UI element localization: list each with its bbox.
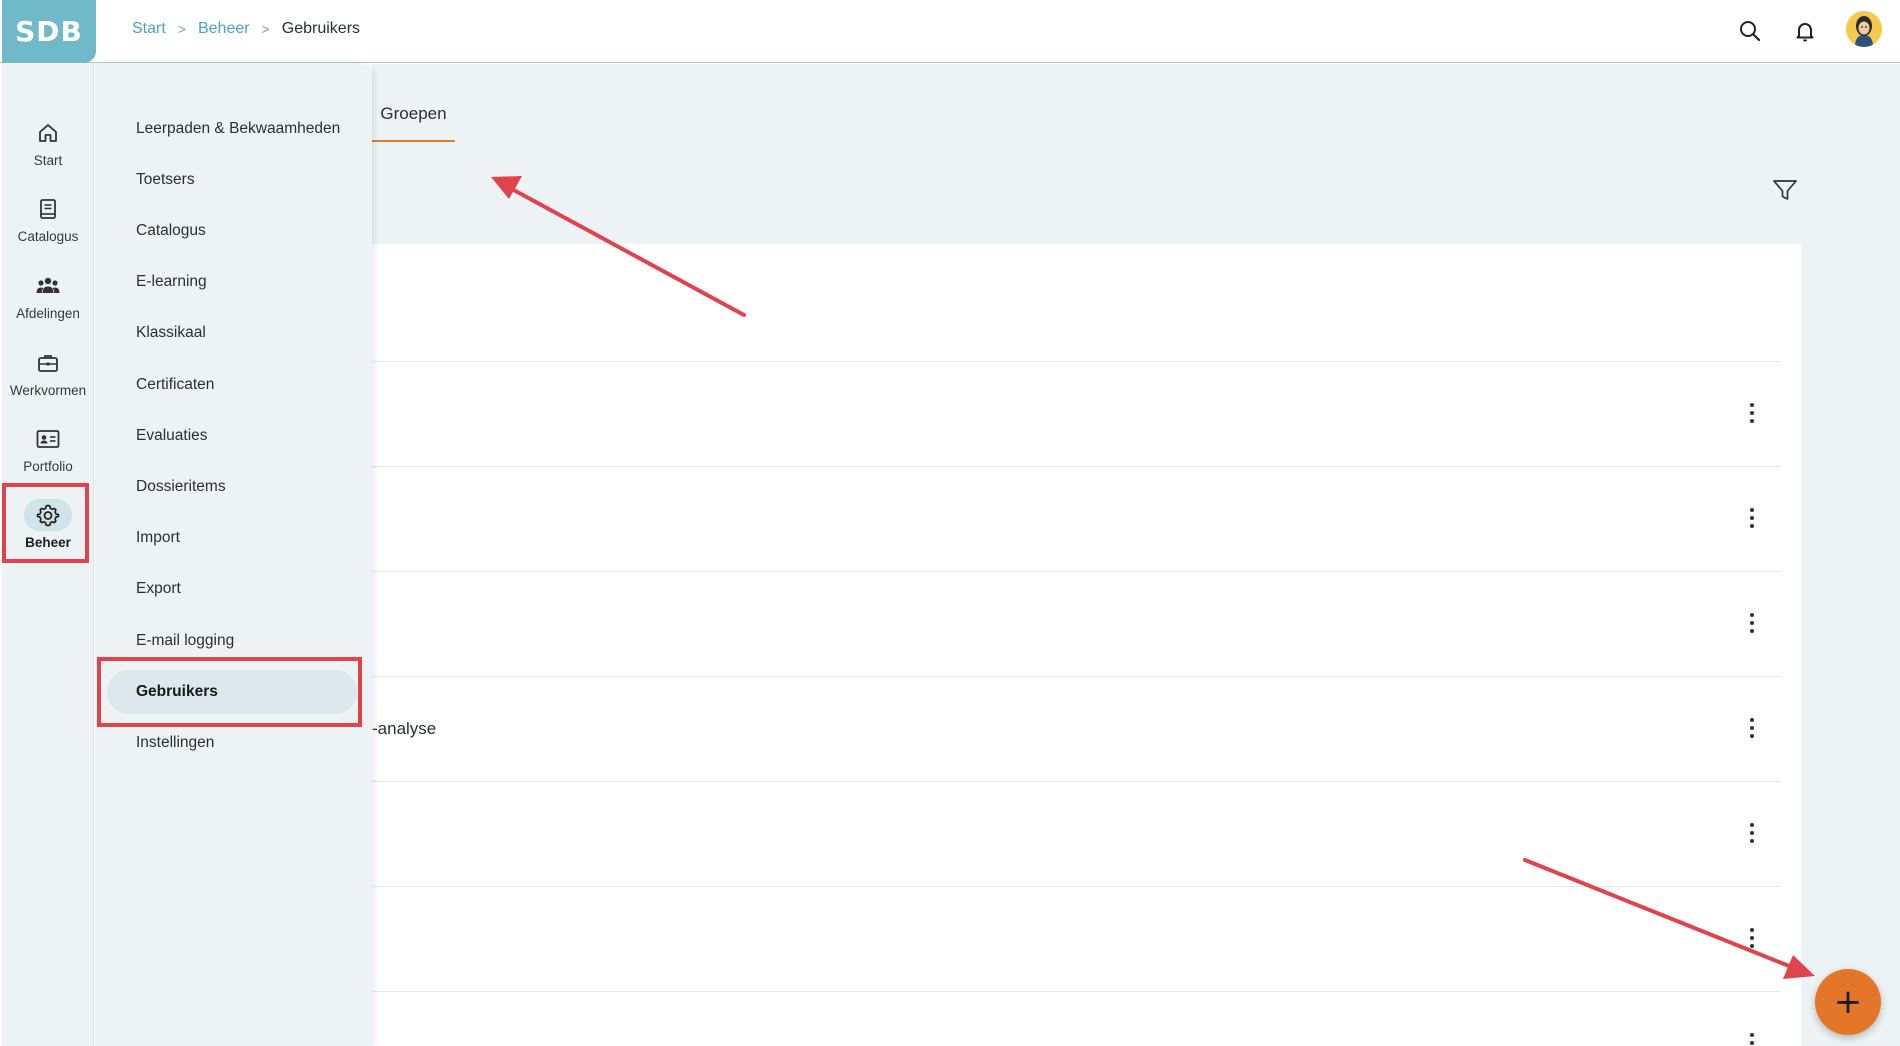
list-item[interactable]: -analyse — [372, 676, 1780, 781]
highlight-annotation-gebruikers — [97, 657, 362, 727]
menu-item-label: E-learning — [136, 273, 207, 290]
rail-item-label: Start — [33, 153, 63, 168]
breadcrumb-start[interactable]: Start — [132, 20, 166, 38]
group-icon — [24, 270, 72, 302]
rail-item-label: Afdelingen — [16, 306, 80, 321]
menu-item-label: Dossieritems — [136, 478, 226, 495]
more-options-icon[interactable] — [1742, 400, 1762, 426]
menu-item-toetsers[interactable]: Toetsers — [107, 158, 357, 202]
rail-item-label: Werkvormen — [9, 383, 87, 398]
more-options-icon[interactable] — [1742, 610, 1762, 636]
bell-icon[interactable] — [1791, 17, 1819, 45]
more-options-icon[interactable] — [1742, 820, 1762, 846]
more-options-icon[interactable] — [1742, 715, 1762, 741]
menu-item-instellingen[interactable]: Instellingen — [107, 721, 357, 765]
menu-item-dossieritems[interactable]: Dossieritems — [107, 465, 357, 509]
menu-item-export[interactable]: Export — [107, 567, 357, 611]
breadcrumb-separator: > — [261, 21, 270, 37]
list-item[interactable] — [372, 466, 1780, 571]
highlight-annotation-beheer — [2, 483, 89, 563]
home-icon — [24, 117, 72, 149]
rail-item-werkvormen[interactable]: Werkvormen — [2, 343, 94, 415]
logo-text: SDB — [15, 15, 83, 48]
list-item[interactable] — [372, 361, 1780, 466]
menu-item-import[interactable]: Import — [107, 516, 357, 560]
menu-item-label: Certificaten — [136, 376, 215, 393]
list-item[interactable] — [372, 571, 1780, 676]
menu-item-leerpaden[interactable]: Leerpaden & Bekwaamheden — [107, 107, 357, 151]
avatar[interactable] — [1846, 11, 1882, 47]
menu-item-label: Toetsers — [136, 171, 195, 188]
menu-item-certificaten[interactable]: Certificaten — [107, 363, 357, 407]
menu-item-e-learning[interactable]: E-learning — [107, 260, 357, 304]
logo[interactable]: SDB — [2, 0, 96, 63]
beheer-drawer: Leerpaden & Bekwaamheden Toetsers Catalo… — [95, 63, 372, 1046]
list-item[interactable] — [372, 781, 1780, 886]
rail-item-start[interactable]: Start — [2, 113, 94, 185]
menu-item-klassikaal[interactable]: Klassikaal — [107, 311, 357, 355]
list-item[interactable] — [372, 886, 1780, 991]
tab-groepen[interactable]: Groepen — [372, 100, 455, 142]
groups-list: -analyse — [372, 244, 1801, 1046]
menu-item-catalogus[interactable]: Catalogus — [107, 209, 357, 253]
breadcrumb-current: Gebruikers — [281, 20, 361, 37]
top-bar: SDB Start > Beheer > Gebruikers — [0, 0, 1900, 63]
rail-item-label: Portfolio — [23, 459, 73, 474]
menu-item-label: Evaluaties — [136, 427, 208, 444]
menu-item-label: Klassikaal — [136, 324, 206, 341]
rail-item-catalogus[interactable]: Catalogus — [2, 189, 94, 261]
tab-label: Groepen — [380, 104, 447, 123]
add-button[interactable]: + — [1815, 969, 1881, 1035]
menu-item-label: Leerpaden & Bekwaamheden — [136, 120, 341, 137]
book-icon — [24, 193, 72, 225]
rail-item-portfolio[interactable]: Portfolio — [2, 419, 94, 491]
menu-item-label: E-mail logging — [136, 632, 235, 649]
more-options-icon[interactable] — [1742, 505, 1762, 531]
menu-item-label: Instellingen — [136, 734, 215, 751]
list-item[interactable] — [372, 991, 1780, 1046]
rail-item-afdelingen[interactable]: Afdelingen — [2, 266, 94, 338]
menu-item-label: Catalogus — [136, 222, 206, 239]
more-options-icon[interactable] — [1742, 925, 1762, 951]
menu-item-label: Import — [136, 529, 180, 546]
rail-item-label: Catalogus — [17, 229, 79, 244]
breadcrumb-beheer[interactable]: Beheer — [198, 20, 250, 38]
row-text: -analyse — [372, 719, 437, 738]
breadcrumb-separator: > — [177, 21, 186, 37]
menu-item-label: Export — [136, 580, 181, 597]
filter-icon[interactable] — [1772, 178, 1798, 207]
briefcase-icon — [24, 347, 72, 379]
search-icon[interactable] — [1736, 17, 1764, 45]
menu-item-evaluaties[interactable]: Evaluaties — [107, 414, 357, 458]
more-options-icon[interactable] — [1742, 1030, 1762, 1046]
plus-icon: + — [1833, 982, 1863, 1022]
id-card-icon — [24, 423, 72, 455]
breadcrumb: Start > Beheer > Gebruikers — [132, 20, 360, 38]
